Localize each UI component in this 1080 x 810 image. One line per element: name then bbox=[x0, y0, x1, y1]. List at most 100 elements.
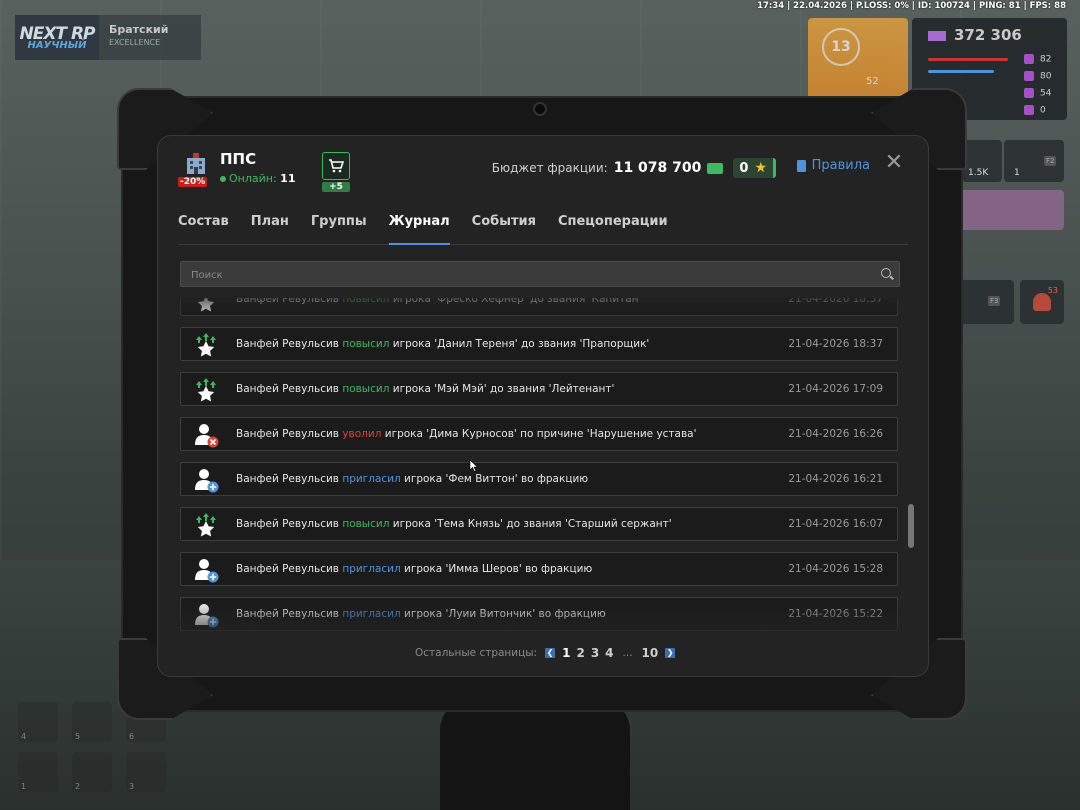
user-add-icon bbox=[193, 557, 219, 583]
entry-details: игрока 'Фем Виттон' во фракцию bbox=[404, 473, 589, 485]
entry-details: игрока 'Тема Князь' до звания 'Старший с… bbox=[392, 518, 672, 530]
tab-journal[interactable]: Журнал bbox=[388, 208, 450, 245]
entry-text: Ванфей Ревульсив уволил игрока 'Дима Кур… bbox=[236, 428, 697, 440]
entry-details: игрока 'Дима Курносов' по причине 'Наруш… bbox=[384, 428, 697, 440]
entry-actor: Ванфей Ревульсив bbox=[236, 428, 339, 440]
search-input[interactable] bbox=[181, 262, 863, 288]
entry-action: пригласил bbox=[342, 473, 401, 485]
tablet-screen: -20% ППС Онлайн: 11 +5 Бюджет фракции: 1… bbox=[157, 135, 929, 677]
entry-actor: Ванфей Ревульсив bbox=[236, 383, 339, 395]
stat-thirst: 80 bbox=[1024, 71, 1051, 82]
tab-events[interactable]: События bbox=[472, 208, 536, 244]
user-add-icon bbox=[193, 602, 219, 628]
money-display: 372 306 bbox=[928, 26, 1022, 44]
entry-date: 21-04-2026 18:37 bbox=[788, 338, 883, 350]
inventory-slot[interactable]: 4 bbox=[18, 702, 58, 742]
thirst-icon bbox=[1024, 71, 1034, 81]
cart-icon bbox=[329, 159, 344, 173]
page-link[interactable]: 1 bbox=[562, 646, 570, 660]
cash-icon bbox=[928, 30, 946, 41]
server-logo: NEXT RP НАУЧНЫЙ Братский EXCELLENCE bbox=[15, 15, 201, 60]
entry-details: игрока 'Луии Витончик' во фракцию bbox=[404, 608, 606, 620]
scrollbar-thumb[interactable] bbox=[908, 504, 914, 548]
stars-box: 0 ★ bbox=[733, 158, 776, 178]
bell-icon bbox=[1033, 293, 1051, 311]
wanted-icon bbox=[1024, 105, 1034, 115]
hunger-icon bbox=[1024, 54, 1034, 64]
faction-header: -20% ППС Онлайн: 11 +5 Бюджет фракции: 1… bbox=[178, 150, 908, 196]
page-link[interactable]: 2 bbox=[576, 646, 584, 660]
promo-box[interactable] bbox=[960, 190, 1064, 230]
promote-star-icon bbox=[193, 512, 219, 538]
entry-date: 21-04-2026 16:26 bbox=[788, 428, 883, 440]
notification-button[interactable]: 53 bbox=[1020, 280, 1064, 324]
faction-icon: -20% bbox=[178, 150, 214, 190]
server-name: Братский bbox=[109, 23, 169, 36]
entry-text: Ванфей Ревульсив повысил игрока 'Мэй Мэй… bbox=[236, 383, 614, 395]
entry-date: 21-04-2026 16:21 bbox=[788, 473, 883, 485]
entry-text: Ванфей Ревульсив пригласил игрока 'Луии … bbox=[236, 608, 606, 620]
journal-entry: Ванфей Ревульсив пригласил игрока 'Фем В… bbox=[180, 462, 898, 496]
player-character bbox=[440, 700, 630, 810]
page-link[interactable]: 10 bbox=[642, 646, 659, 660]
entry-details: игрока 'Имма Шеров' во фракцию bbox=[404, 563, 593, 575]
budget-label: Бюджет фракции: bbox=[491, 161, 608, 175]
document-icon bbox=[796, 159, 806, 172]
faction-shop-button[interactable]: +5 bbox=[322, 152, 350, 194]
money-icon bbox=[707, 162, 724, 174]
entry-text: Ванфей Ревульсив повысил игрока 'Фреско … bbox=[236, 298, 641, 305]
page-link[interactable]: 3 bbox=[591, 646, 599, 660]
tab-roster[interactable]: Состав bbox=[178, 208, 229, 244]
tab-special-ops[interactable]: Спецоперации bbox=[558, 208, 668, 244]
journal-entry: Ванфей Ревульсив повысил игрока 'Мэй Мэй… bbox=[180, 372, 898, 406]
inventory-slot[interactable]: 2 bbox=[72, 752, 112, 792]
journal-entry: Ванфей Ревульсив повысил игрока 'Данил Т… bbox=[180, 327, 898, 361]
tab-groups[interactable]: Группы bbox=[311, 208, 367, 244]
page-link[interactable]: 4 bbox=[605, 646, 613, 660]
entry-actor: Ванфей Ревульсив bbox=[236, 608, 339, 620]
entry-action: повысил bbox=[342, 298, 390, 305]
health-bar bbox=[928, 58, 1008, 61]
extra-box-2[interactable]: 1 F2 bbox=[1004, 140, 1064, 182]
armor-bar bbox=[928, 70, 994, 73]
extra-box-1[interactable]: 1.5K bbox=[962, 140, 1002, 182]
faction-budget: Бюджет фракции: 11 078 700 0 ★ bbox=[492, 158, 776, 178]
user-add-icon bbox=[193, 467, 219, 493]
entry-action: пригласил bbox=[342, 608, 401, 620]
entry-text: Ванфей Ревульсив пригласил игрока 'Имма … bbox=[236, 563, 592, 575]
entry-date: 21-04-2026 17:09 bbox=[788, 383, 883, 395]
pagination: Остальные страницы: ❮ 1 2 3 4 ... 10 ❯ bbox=[415, 646, 679, 660]
prev-page-button[interactable]: ❮ bbox=[545, 648, 556, 658]
search-icon[interactable] bbox=[881, 268, 891, 278]
notification-count: 53 bbox=[1047, 286, 1058, 295]
user-remove-icon bbox=[193, 422, 219, 448]
entry-details: игрока 'Данил Тереня' до звания 'Прапорщ… bbox=[392, 338, 650, 350]
entry-action: повысил bbox=[342, 383, 390, 395]
logo-sub-text: НАУЧНЫЙ bbox=[27, 40, 87, 51]
level-badge: 13 bbox=[822, 28, 860, 66]
online-count: 11 bbox=[280, 172, 296, 185]
stat-wanted: 0 bbox=[1024, 105, 1046, 116]
map-box[interactable]: F3 bbox=[958, 280, 1014, 324]
close-button[interactable]: ✕ bbox=[884, 152, 904, 174]
top-stats-bar: 17:34 | 22.04.2026 | P.LOSS: 0% | ID: 10… bbox=[757, 1, 1066, 11]
inventory-slot[interactable]: 1 bbox=[18, 752, 58, 792]
next-page-button[interactable]: ❯ bbox=[665, 648, 676, 658]
entry-actor: Ванфей Ревульсив bbox=[236, 473, 339, 485]
tab-bar: Состав План Группы Журнал События Спецоп… bbox=[178, 208, 908, 245]
entry-text: Ванфей Ревульсив пригласил игрока 'Фем В… bbox=[236, 473, 588, 485]
entry-actor: Ванфей Ревульсив bbox=[236, 563, 339, 575]
faction-tablet: -20% ППС Онлайн: 11 +5 Бюджет фракции: 1… bbox=[117, 88, 967, 720]
tab-plan[interactable]: План bbox=[251, 208, 289, 244]
journal-entry: Ванфей Ревульсив пригласил игрока 'Луии … bbox=[180, 597, 898, 631]
rules-link[interactable]: Правила bbox=[796, 158, 870, 173]
entry-action: повысил bbox=[342, 518, 390, 530]
promote-star-icon bbox=[193, 298, 219, 313]
pagination-label: Остальные страницы: bbox=[415, 647, 538, 659]
inventory-slot[interactable]: 5 bbox=[72, 702, 112, 742]
inventory-slot[interactable]: 3 bbox=[126, 752, 166, 792]
server-sub: EXCELLENCE bbox=[109, 38, 161, 47]
stat-energy: 54 bbox=[1024, 88, 1051, 99]
entry-details: игрока 'Мэй Мэй' до звания 'Лейтенант' bbox=[392, 383, 615, 395]
promote-star-icon bbox=[193, 332, 219, 358]
